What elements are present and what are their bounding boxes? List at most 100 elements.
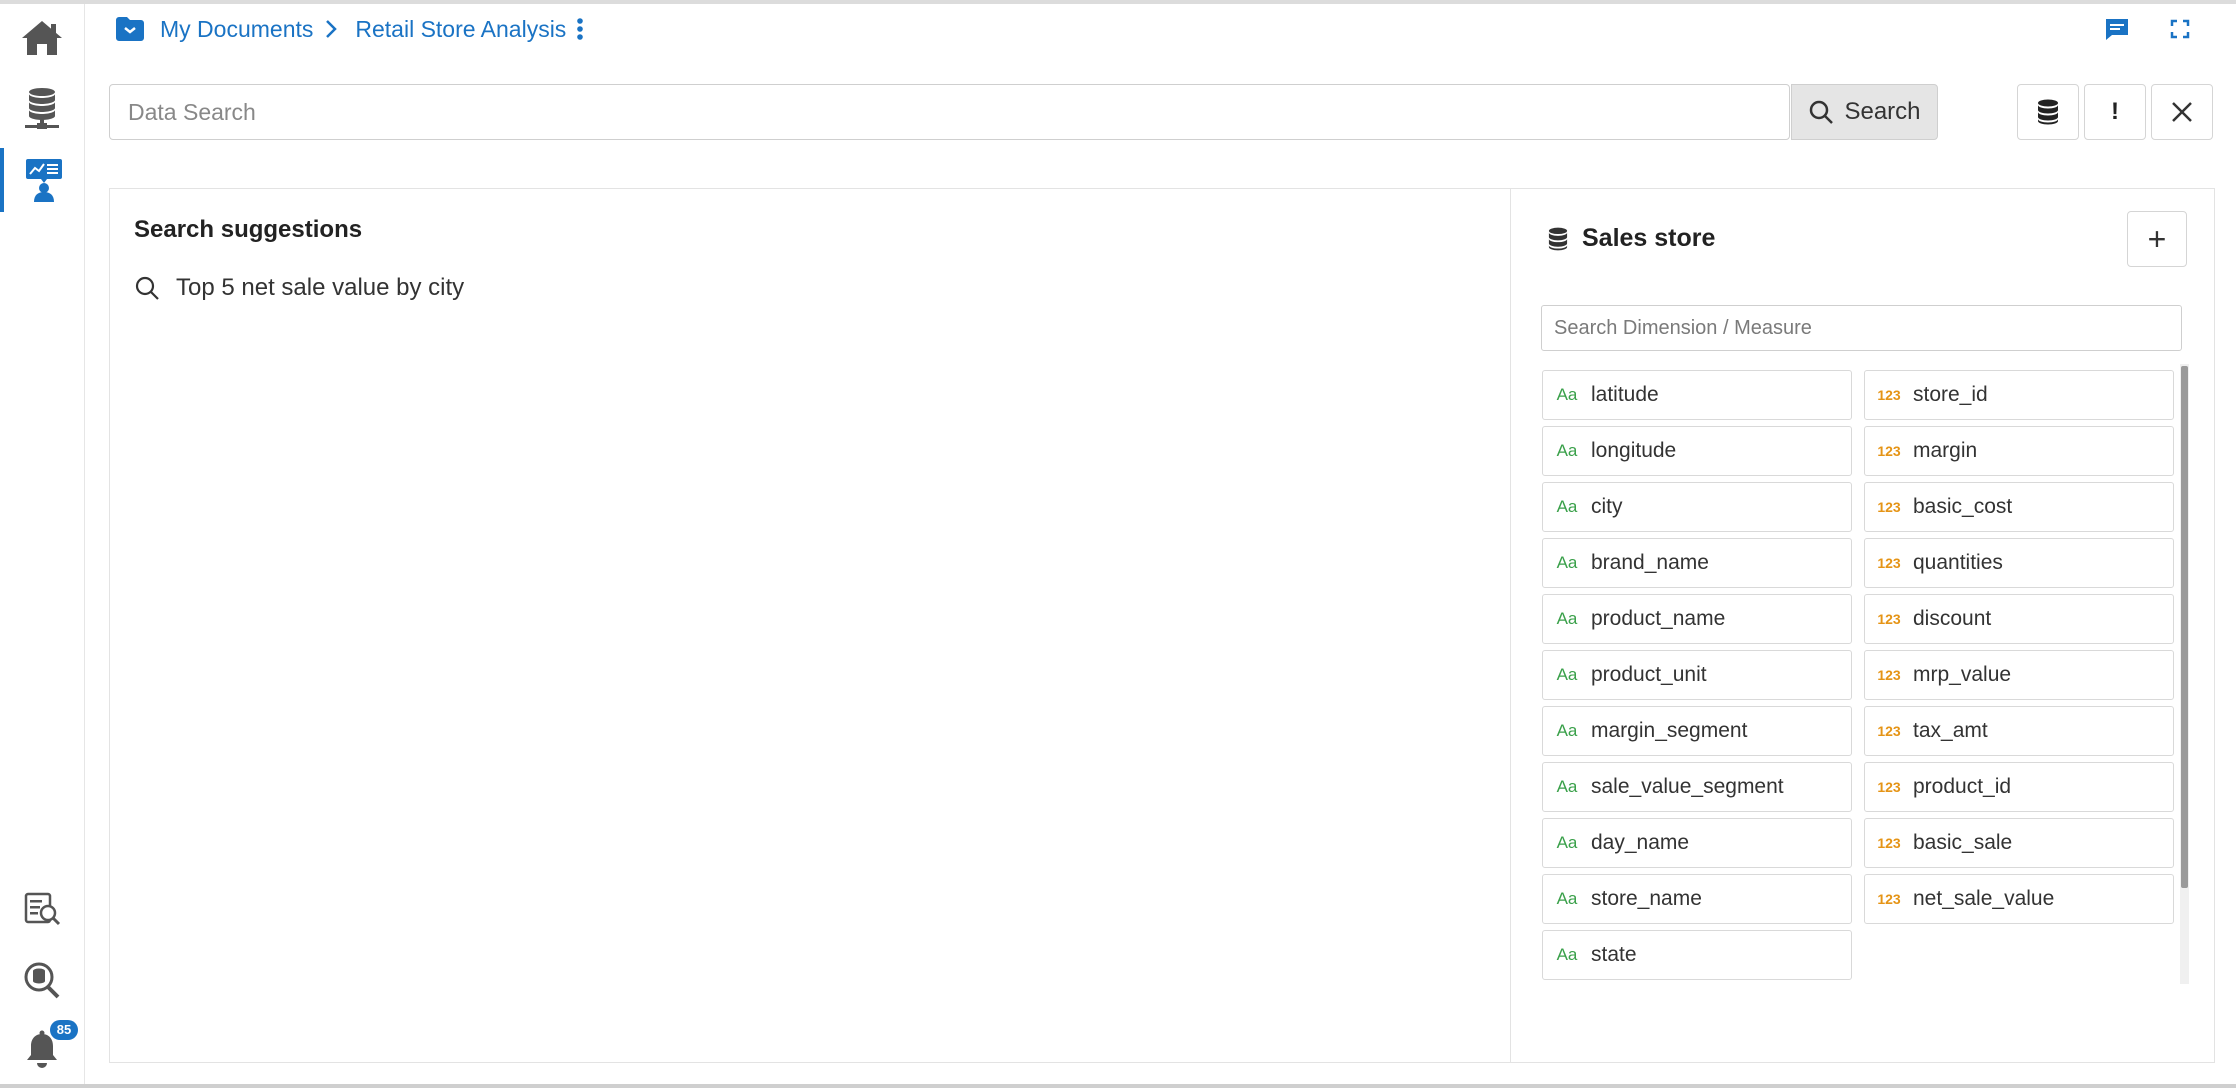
folder-icon[interactable] (115, 16, 145, 42)
comment-icon[interactable] (2104, 16, 2130, 42)
data-search-input[interactable] (110, 85, 1792, 139)
number-type-icon: 123 (1877, 891, 1901, 907)
number-type-icon: 123 (1877, 443, 1901, 459)
field-label: discount (1913, 607, 1992, 630)
left-rail (0, 4, 85, 1084)
text-type-icon: Aa (1556, 889, 1578, 908)
database-icon (1548, 227, 1568, 250)
text-type-icon: Aa (1556, 385, 1578, 404)
field-label: margin (1913, 439, 1978, 462)
field-label: day_name (1591, 831, 1690, 854)
measure-field[interactable]: 123 tax_amt (1864, 706, 2174, 756)
data-science-nav-button[interactable] (0, 148, 84, 212)
measure-field[interactable]: 123 quantities (1864, 538, 2174, 588)
dimension-field[interactable]: Aa day_name (1542, 818, 1852, 868)
bottom-border (0, 1084, 2236, 1088)
text-type-icon: Aa (1556, 609, 1578, 628)
number-type-icon: 123 (1877, 499, 1901, 515)
measure-field[interactable]: 123 net_sale_value (1864, 874, 2174, 924)
data-search-nav-button[interactable] (0, 948, 84, 1012)
search-icon (1810, 100, 1834, 124)
info-button[interactable]: ! (2084, 84, 2146, 140)
field-label: basic_cost (1913, 495, 2013, 518)
search-button-label: Search (1844, 98, 1921, 125)
dimension-field[interactable]: Aa city (1542, 482, 1852, 532)
breadcrumb-current-page[interactable]: Retail Store Analysis (355, 16, 566, 43)
field-label: basic_sale (1913, 831, 2013, 854)
home-nav-button[interactable] (0, 6, 84, 70)
number-type-icon: 123 (1877, 555, 1901, 571)
measure-field[interactable]: 123 basic_sale (1864, 818, 2174, 868)
field-label: tax_amt (1913, 719, 1988, 742)
catalog-search-icon (24, 892, 61, 926)
field-label: longitude (1591, 439, 1677, 462)
home-icon (22, 21, 62, 55)
add-datastore-button[interactable]: + (2127, 211, 2187, 267)
dimension-field[interactable]: Aa store_name (1542, 874, 1852, 924)
close-button[interactable] (2151, 84, 2213, 140)
dimension-field[interactable]: Aa state (1542, 930, 1852, 980)
datastore-button[interactable] (2017, 84, 2079, 140)
dimension-field[interactable]: Aa latitude (1542, 370, 1852, 420)
field-label: margin_segment (1591, 719, 1748, 742)
dimension-field[interactable]: Aa margin_segment (1542, 706, 1852, 756)
db-search-icon (24, 962, 60, 999)
field-label: store_name (1591, 887, 1702, 910)
text-type-icon: Aa (1556, 721, 1578, 740)
close-icon (2172, 102, 2192, 122)
text-type-icon: Aa (1556, 497, 1578, 516)
measure-field[interactable]: 123 discount (1864, 594, 2174, 644)
number-type-icon: 123 (1877, 835, 1901, 851)
number-type-icon: 123 (1877, 387, 1901, 403)
field-list-scrollbar-thumb[interactable] (2181, 366, 2188, 888)
text-type-icon: Aa (1556, 441, 1578, 460)
breadcrumb-my-documents[interactable]: My Documents (160, 16, 313, 43)
dimension-field[interactable]: Aa product_name (1542, 594, 1852, 644)
text-type-icon: Aa (1556, 553, 1578, 572)
notification-count-badge: 85 (50, 1020, 78, 1040)
text-type-icon: Aa (1556, 833, 1578, 852)
measure-field[interactable]: 123 product_id (1864, 762, 2174, 812)
search-button[interactable]: Search (1791, 84, 1938, 140)
number-type-icon: 123 (1877, 779, 1901, 795)
field-label: store_id (1913, 383, 1988, 406)
text-type-icon: Aa (1556, 945, 1578, 964)
breadcrumb: My Documents Retail Store Analysis (115, 12, 584, 46)
data-catalog-nav-button[interactable] (0, 876, 84, 940)
search-icon (135, 276, 159, 300)
data-connectors-nav-button[interactable] (0, 76, 84, 140)
measure-field[interactable]: 123 basic_cost (1864, 482, 2174, 532)
field-label: mrp_value (1913, 663, 2012, 686)
field-label: product_name (1591, 607, 1726, 630)
field-label: state (1591, 943, 1637, 966)
field-label: product_id (1913, 775, 2012, 798)
datastore-header: Sales store (1548, 224, 1715, 253)
panel-divider (1510, 188, 1511, 1063)
dimension-measure-search-input[interactable] (1541, 305, 2182, 351)
dimension-field[interactable]: Aa sale_value_segment (1542, 762, 1852, 812)
field-label: brand_name (1591, 551, 1709, 574)
chevron-right-icon (326, 20, 338, 38)
field-label: quantities (1913, 551, 2003, 574)
dimension-field[interactable]: Aa product_unit (1542, 650, 1852, 700)
field-label: product_unit (1591, 663, 1707, 686)
fullscreen-icon[interactable] (2167, 16, 2193, 42)
field-label: city (1591, 495, 1623, 518)
dimension-field[interactable]: Aa brand_name (1542, 538, 1852, 588)
field-label: net_sale_value (1913, 887, 2055, 910)
suggestion-item[interactable]: Top 5 net sale value by city (134, 274, 464, 302)
measure-field[interactable]: 123 store_id (1864, 370, 2174, 420)
database-network-icon (25, 88, 59, 129)
data-search-box (109, 84, 1792, 140)
top-border (0, 0, 2236, 4)
database-icon (2038, 99, 2058, 125)
more-options-icon[interactable] (576, 17, 584, 41)
measure-field[interactable]: 123 margin (1864, 426, 2174, 476)
datastore-name: Sales store (1582, 224, 1716, 252)
field-label: sale_value_segment (1591, 775, 1784, 798)
text-type-icon: Aa (1556, 665, 1578, 684)
number-type-icon: 123 (1877, 723, 1901, 739)
search-suggestions-title: Search suggestions (134, 216, 363, 243)
dimension-field[interactable]: Aa longitude (1542, 426, 1852, 476)
measure-field[interactable]: 123 mrp_value (1864, 650, 2174, 700)
